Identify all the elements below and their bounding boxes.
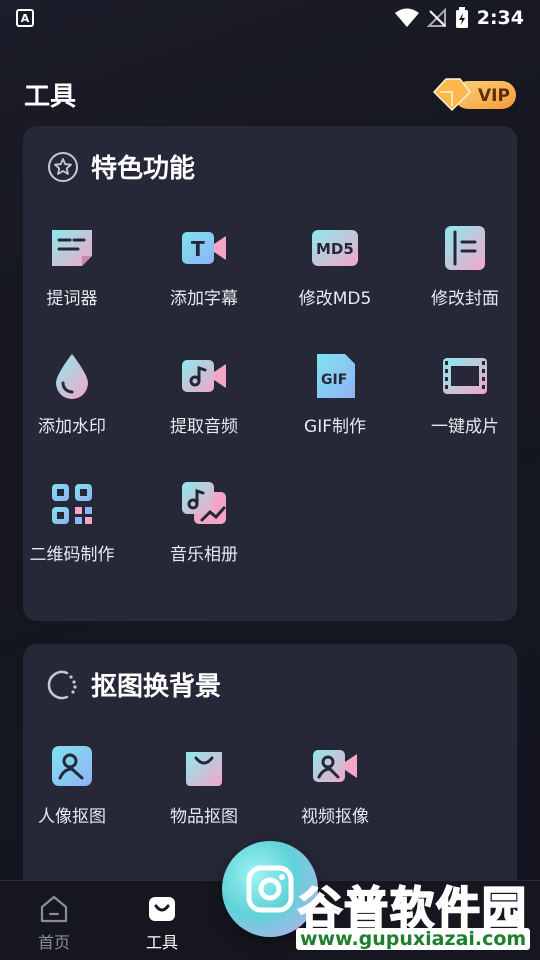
- tool-label: 物品抠图: [170, 807, 238, 827]
- watermark-icon: [56, 354, 88, 399]
- status-bar: A 2:34: [0, 0, 540, 36]
- tool-label: 一键成片: [431, 417, 499, 437]
- film-icon: [443, 358, 487, 394]
- featured-tools-card: 特色功能 提词器 T 添加字幕 MD5 修改MD5 修改封面 添加水印 提取音频…: [23, 126, 517, 621]
- object-cutout-icon: [186, 752, 222, 786]
- tool-label: 添加字幕: [170, 289, 238, 309]
- extract-audio-icon: [182, 360, 226, 392]
- music-album-icon: [182, 482, 226, 524]
- tool-gif-maker[interactable]: GIF GIF制作: [275, 352, 395, 437]
- tool-add-watermark[interactable]: 添加水印: [12, 352, 132, 437]
- tool-label: 添加水印: [38, 417, 106, 437]
- tool-modify-cover[interactable]: 修改封面: [405, 224, 525, 309]
- nav-item-tools[interactable]: 工具: [122, 893, 202, 953]
- gif-icon: GIF: [317, 354, 355, 398]
- star-icon: [48, 151, 78, 182]
- wifi-icon: [394, 8, 419, 27]
- app-notification-icon: A: [16, 9, 34, 27]
- cutout-title: 抠图换背景: [91, 672, 222, 702]
- tool-label: 修改MD5: [298, 289, 372, 309]
- tool-teleprompter[interactable]: 提词器: [12, 224, 132, 309]
- tool-add-subtitle[interactable]: T 添加字幕: [144, 224, 264, 309]
- vip-badge[interactable]: VIP: [432, 76, 518, 112]
- tool-label: GIF制作: [304, 417, 366, 437]
- watermark-title: 谷普软件园: [297, 882, 528, 935]
- tools-icon: [149, 897, 175, 921]
- status-time: 2:34: [476, 7, 524, 29]
- cover-icon: [445, 226, 485, 270]
- svg-text:T: T: [191, 237, 205, 261]
- portrait-cutout-icon: [52, 746, 92, 786]
- no-signal-icon: [426, 8, 446, 27]
- cutout-header: 抠图换背景: [47, 666, 221, 703]
- site-watermark: 谷普软件园 www.gupuxiazai.com: [292, 872, 538, 958]
- tool-label: 人像抠图: [38, 807, 106, 827]
- camera-icon: [246, 865, 294, 913]
- svg-text:GIF: GIF: [321, 372, 347, 388]
- home-icon: [40, 895, 68, 923]
- subtitle-icon: T: [182, 232, 226, 264]
- nav-label: 工具: [145, 933, 178, 952]
- tool-label: 音乐相册: [170, 545, 238, 565]
- md5-icon: MD5: [312, 230, 358, 266]
- tool-portrait-cutout[interactable]: 人像抠图: [12, 742, 132, 827]
- featured-header: 特色功能: [47, 148, 195, 185]
- video-cutout-icon: [313, 750, 357, 782]
- watermark-url: www.gupuxiazai.com: [296, 928, 531, 950]
- svg-text:MD5: MD5: [316, 240, 354, 258]
- tool-modify-md5[interactable]: MD5 修改MD5: [275, 224, 395, 309]
- teleprompter-icon: [52, 230, 92, 266]
- tool-extract-audio[interactable]: 提取音频: [144, 352, 264, 437]
- tool-label: 提取音频: [170, 417, 238, 437]
- battery-charging-icon: [455, 7, 468, 28]
- qrcode-icon: [52, 484, 92, 524]
- tool-object-cutout[interactable]: 物品抠图: [144, 742, 264, 827]
- tool-one-click-film[interactable]: 一键成片: [405, 352, 525, 437]
- tool-music-album[interactable]: 音乐相册: [144, 480, 264, 565]
- tool-label: 提词器: [46, 289, 98, 309]
- nav-label: 首页: [37, 933, 70, 952]
- tool-label: 修改封面: [431, 289, 499, 309]
- tool-label: 视频抠像: [301, 807, 369, 827]
- featured-title: 特色功能: [91, 154, 196, 184]
- vip-label: VIP: [478, 86, 510, 106]
- nav-item-home[interactable]: 首页: [14, 893, 94, 953]
- cutout-circle-icon: [47, 670, 77, 699]
- tool-label: 二维码制作: [29, 545, 115, 565]
- tool-video-cutout[interactable]: 视频抠像: [275, 742, 395, 827]
- page-title: 工具: [24, 82, 77, 112]
- tool-qrcode-maker[interactable]: 二维码制作: [12, 480, 132, 565]
